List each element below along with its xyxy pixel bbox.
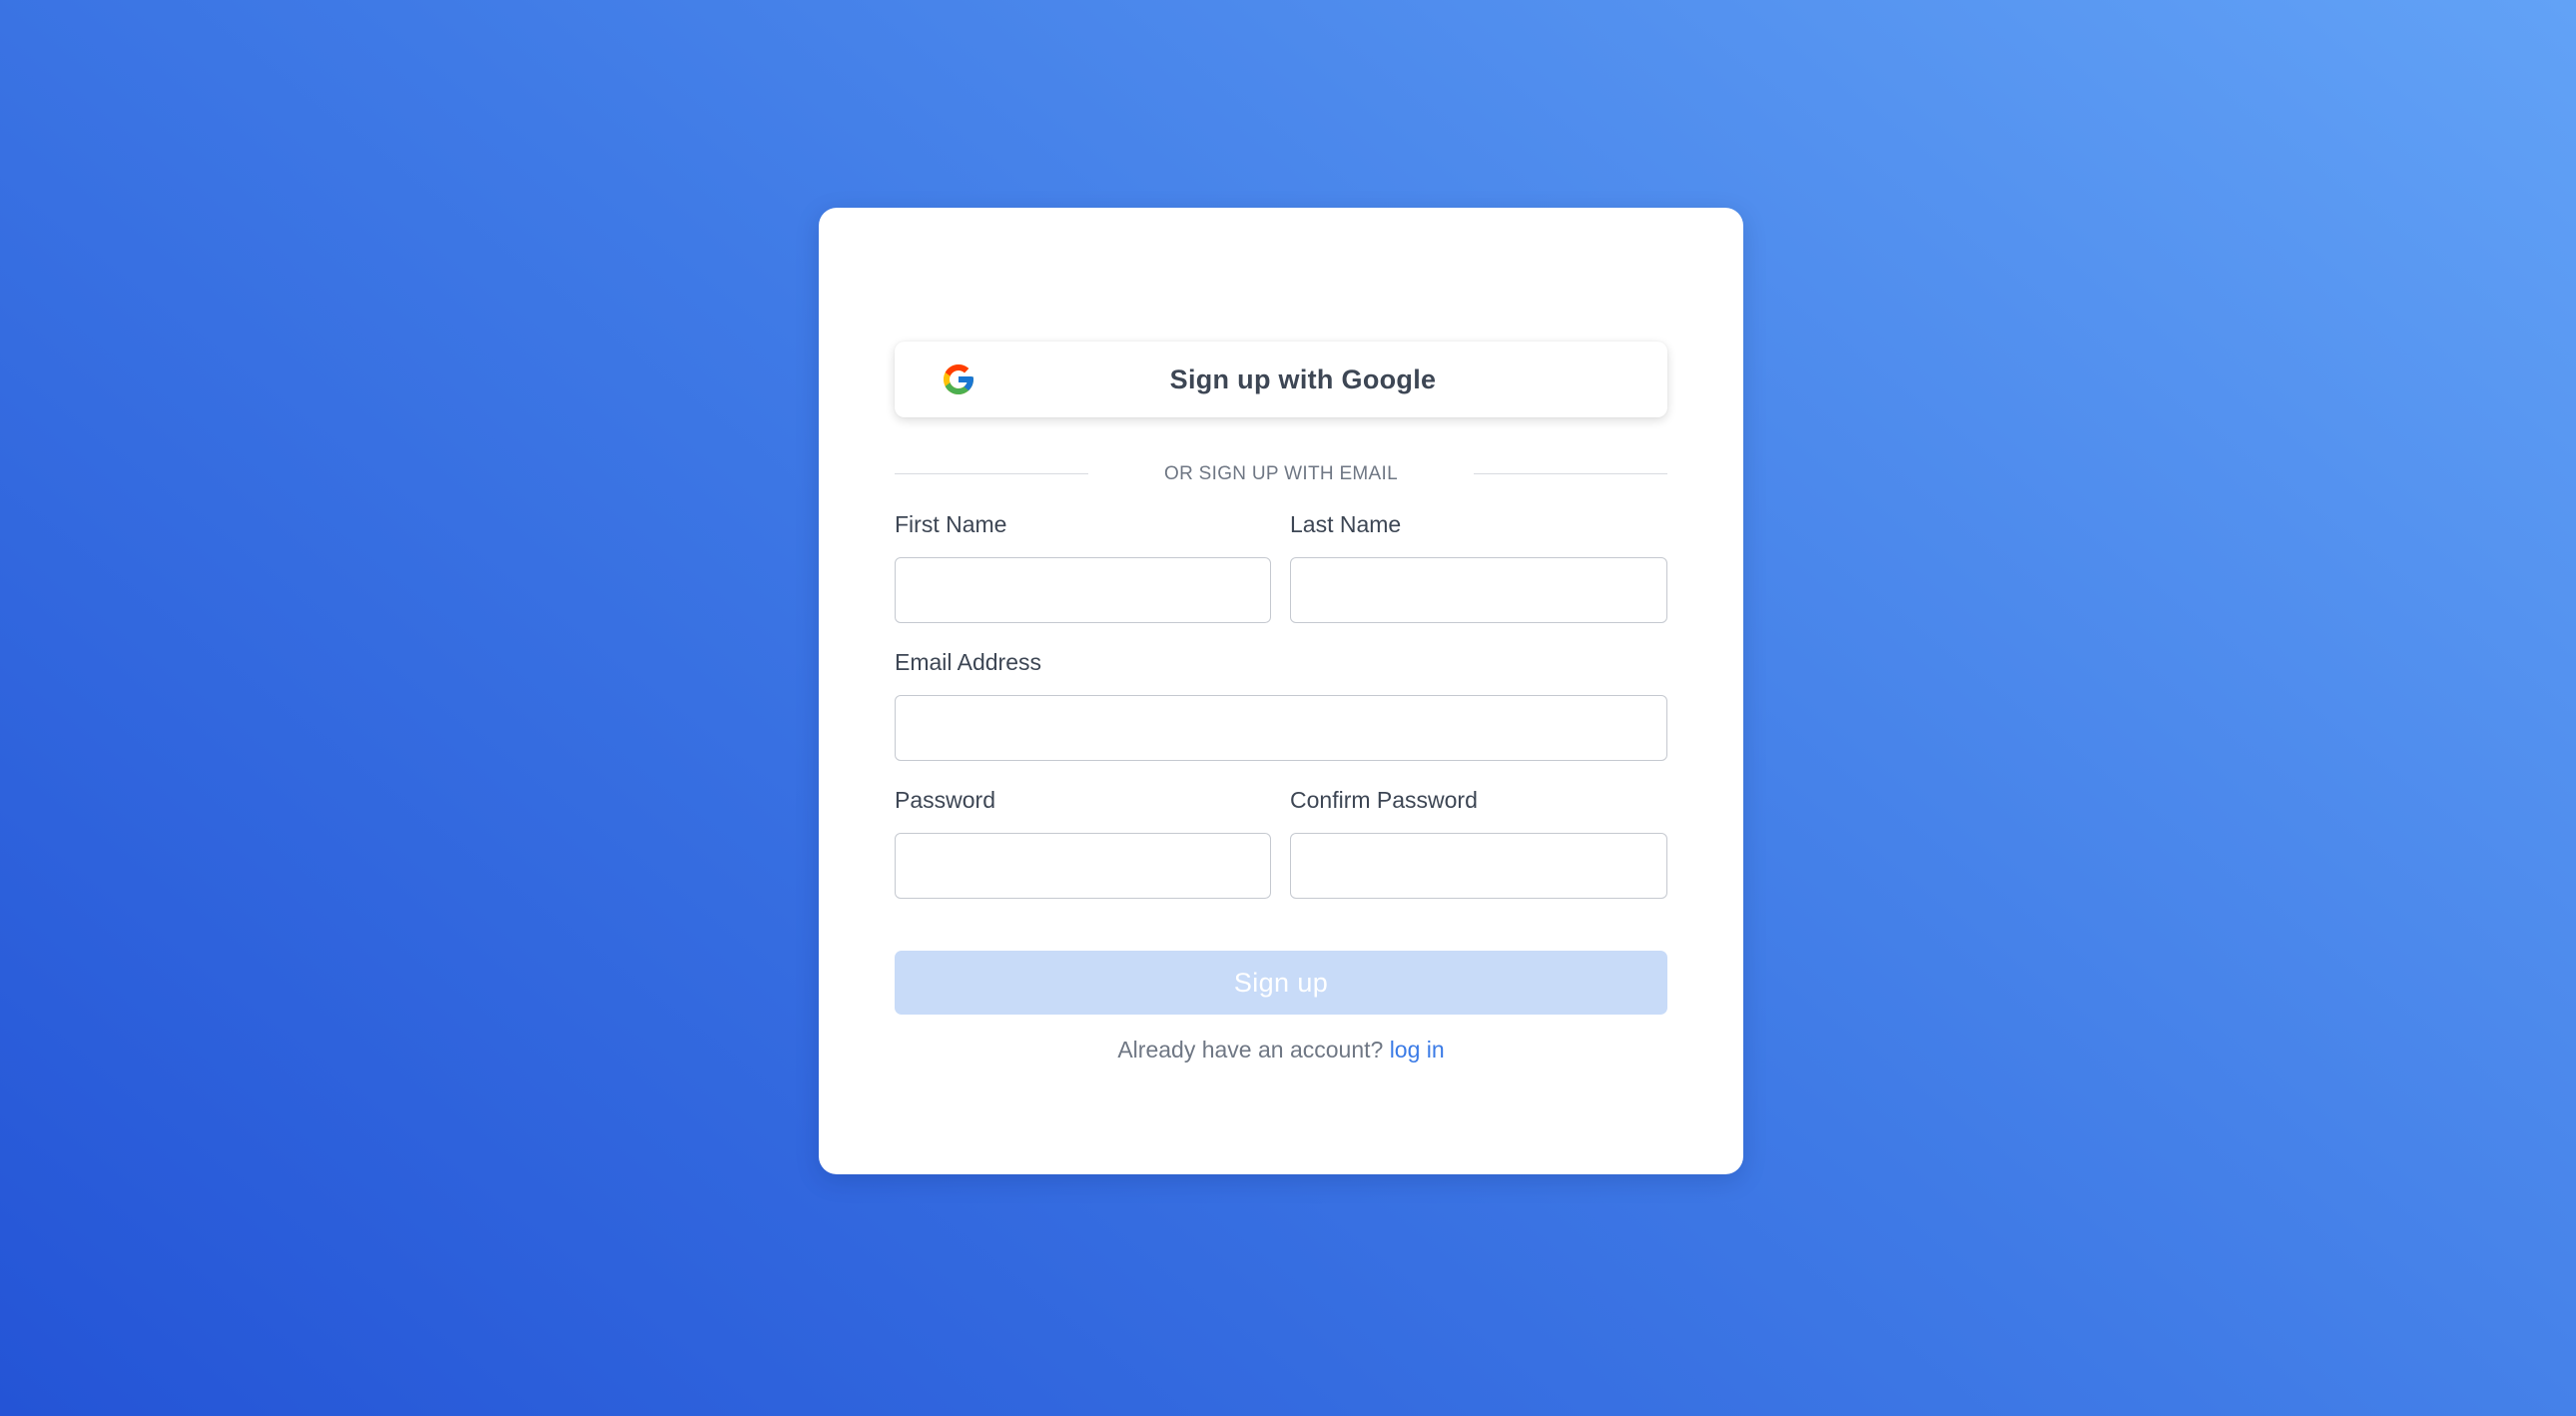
confirm-password-label: Confirm Password (1290, 787, 1478, 813)
divider-line-right (1474, 473, 1667, 474)
email-label: Email Address (895, 649, 1042, 675)
signup-button[interactable]: Sign up (895, 951, 1667, 1015)
last-name-input[interactable] (1290, 557, 1667, 623)
google-signup-button[interactable]: Sign up with Google (895, 342, 1667, 417)
last-name-label: Last Name (1290, 511, 1402, 537)
divider-text: OR SIGN UP WITH EMAIL (1164, 463, 1398, 484)
signup-card: Sign up with Google OR SIGN UP WITH EMAI… (819, 208, 1743, 1174)
confirm-password-input[interactable] (1290, 833, 1667, 899)
first-name-input[interactable] (895, 557, 1271, 623)
password-input[interactable] (895, 833, 1271, 899)
email-divider: OR SIGN UP WITH EMAIL (895, 459, 1667, 489)
login-link[interactable]: log in (1390, 1037, 1445, 1062)
login-prompt-text: Already have an account? (1117, 1037, 1384, 1062)
google-signup-label: Sign up with Google (1169, 363, 1437, 394)
email-input[interactable] (895, 695, 1667, 761)
first-name-label: First Name (895, 511, 1007, 537)
password-label: Password (895, 787, 995, 813)
login-prompt: Already have an account? log in (819, 1037, 1743, 1063)
